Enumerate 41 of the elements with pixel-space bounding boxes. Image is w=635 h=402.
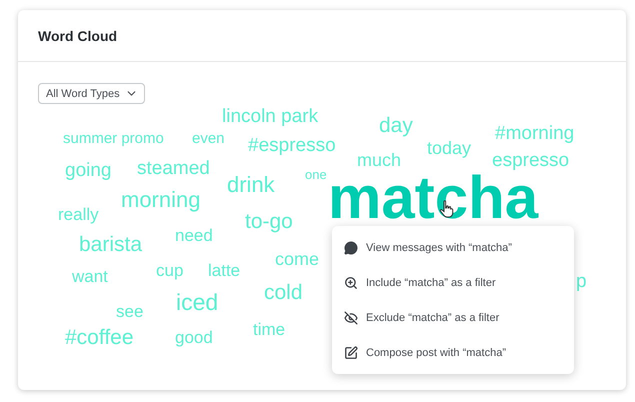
cloud-word[interactable]: #morning: [495, 124, 574, 143]
cloud-word[interactable]: want: [72, 268, 108, 285]
word-type-dropdown[interactable]: All Word Types: [38, 83, 145, 104]
eye-off-icon: [344, 310, 358, 324]
cloud-word[interactable]: today: [427, 139, 472, 157]
cloud-word[interactable]: p: [576, 272, 587, 291]
cloud-word[interactable]: to-go: [245, 211, 293, 232]
cloud-word[interactable]: even: [192, 131, 225, 146]
cloud-word[interactable]: see: [116, 303, 144, 320]
cloud-word[interactable]: matcha: [328, 168, 538, 228]
cloud-word[interactable]: morning: [121, 189, 200, 211]
menu-item[interactable]: Include “matcha” as a filter: [332, 265, 574, 300]
menu-item[interactable]: Compose post with “matcha”: [332, 335, 574, 370]
cloud-word[interactable]: much: [357, 151, 402, 169]
menu-item[interactable]: View messages with “matcha”: [332, 230, 574, 265]
cloud-word[interactable]: cold: [264, 282, 303, 303]
cloud-word[interactable]: day: [379, 115, 413, 136]
cloud-word[interactable]: iced: [176, 291, 218, 314]
zoom-in-icon: [344, 276, 358, 290]
cloud-word[interactable]: cup: [156, 262, 184, 279]
cloud-word[interactable]: one: [305, 168, 327, 181]
cloud-word[interactable]: latte: [208, 262, 240, 279]
card-title: Word Cloud: [38, 28, 118, 44]
cloud-word[interactable]: drink: [227, 174, 275, 196]
cloud-word[interactable]: good: [175, 329, 213, 346]
cloud-word[interactable]: come: [275, 250, 320, 268]
cloud-word[interactable]: summer promo: [63, 131, 164, 146]
cloud-word[interactable]: espresso: [492, 151, 570, 170]
cloud-word[interactable]: need: [175, 227, 213, 244]
speech-bubble-icon: [344, 240, 358, 254]
menu-item[interactable]: Exclude “matcha” as a filter: [332, 300, 574, 335]
pencil-square-icon: [344, 346, 358, 360]
hand-cursor-icon: [439, 200, 455, 218]
cloud-word[interactable]: really: [58, 206, 99, 223]
cloud-word[interactable]: #coffee: [65, 327, 134, 348]
cloud-word[interactable]: time: [253, 321, 286, 338]
cloud-word[interactable]: lincoln park: [222, 107, 318, 126]
cloud-word[interactable]: steamed: [137, 159, 210, 178]
cloud-word[interactable]: barista: [79, 234, 142, 255]
cloud-word[interactable]: going: [65, 161, 112, 180]
cloud-word[interactable]: #espresso: [248, 136, 336, 155]
